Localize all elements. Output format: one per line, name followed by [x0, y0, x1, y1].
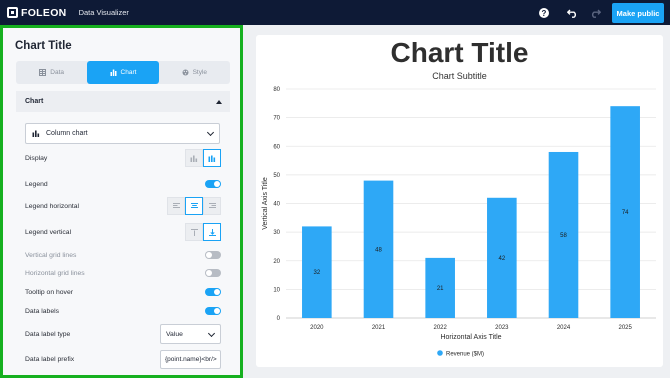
data-label-prefix-label: Data label prefix [25, 355, 75, 363]
data-label-type-label: Data label type [25, 330, 71, 338]
horizontal-grid-label: Horizontal grid lines [25, 269, 85, 277]
data-labels-row: Data labels [25, 301, 221, 321]
tooltip-label: Tooltip on hover [25, 288, 73, 296]
legend-horizontal-options [167, 197, 221, 215]
horizontal-grid-toggle[interactable] [205, 269, 221, 277]
display-row: Display [25, 148, 221, 168]
legend-label: Legend [25, 180, 48, 188]
align-bottom-button[interactable] [203, 223, 221, 241]
x-tick-label: 2021 [372, 325, 386, 331]
y-tick-label: 30 [273, 230, 280, 236]
data-label: 74 [622, 210, 629, 216]
display-grouped-button[interactable] [203, 149, 221, 167]
data-label-type-value: Value [166, 330, 183, 338]
y-tick-label: 40 [273, 202, 280, 208]
align-left-button[interactable] [167, 197, 185, 215]
x-tick-label: 2024 [557, 325, 571, 331]
legend-swatch [437, 350, 443, 356]
chevron-down-icon [206, 128, 215, 137]
tab-chart[interactable]: Chart [87, 61, 159, 84]
legend-horizontal-row: Legend horizontal [25, 196, 221, 216]
column-chart-icon [32, 130, 40, 137]
data-label-type-row: Data label type Value [25, 324, 221, 344]
make-public-button[interactable]: Make public [612, 3, 664, 23]
x-tick-label: 2023 [495, 325, 509, 331]
tooltip-row: Tooltip on hover [25, 282, 221, 302]
bar-chart-icon [110, 69, 117, 76]
legend-vertical-label: Legend vertical [25, 228, 72, 236]
chart-type-value: Column chart [46, 130, 88, 137]
vertical-grid-label: Vertical grid lines [25, 251, 77, 259]
y-tick-label: 0 [277, 316, 281, 322]
y-tick-label: 50 [273, 173, 280, 179]
undo-icon[interactable] [566, 7, 578, 19]
horizontal-grid-row: Horizontal grid lines [25, 263, 221, 283]
data-label: 58 [560, 233, 567, 239]
align-right-button[interactable] [203, 197, 221, 215]
data-label: 48 [375, 247, 382, 253]
x-tick-label: 2022 [433, 325, 447, 331]
y-tick-label: 20 [273, 259, 280, 265]
x-tick-label: 2025 [618, 325, 632, 331]
logo-text: FOLEON [21, 6, 67, 19]
data-label: 32 [313, 270, 320, 276]
display-label: Display [25, 154, 48, 162]
x-tick-label: 2020 [310, 325, 324, 331]
table-icon [39, 69, 47, 76]
tab-style[interactable]: Style [159, 61, 230, 84]
data-labels-toggle[interactable] [205, 307, 221, 315]
palette-icon [182, 69, 189, 76]
chart-type-select[interactable]: Column chart [25, 123, 220, 144]
chart-section-header[interactable]: Chart [16, 91, 230, 112]
legend-row: Legend [25, 174, 221, 194]
data-label-prefix-input[interactable]: {point.name}<br/> [160, 349, 221, 369]
y-axis-title: Vertical Axis Title [262, 177, 269, 230]
legend-horizontal-label: Legend horizontal [25, 202, 80, 210]
data-labels-label: Data labels [25, 307, 60, 315]
top-bar: FOLEON Data Visualizer ? Make public [0, 0, 670, 25]
chart-preview: Chart Title Chart Subtitle 0 10 20 30 40 50 60… [256, 35, 663, 367]
help-icon[interactable]: ? [539, 8, 549, 18]
legend-vertical-options [185, 223, 221, 241]
vertical-grid-row: Vertical grid lines [25, 245, 221, 265]
tab-style-label: Style [192, 69, 208, 76]
y-tick-label: 70 [273, 116, 280, 122]
data-label: 21 [437, 286, 444, 292]
panel-title: Chart Title [15, 40, 72, 52]
display-vertical-button[interactable] [185, 149, 203, 167]
vertical-grid-toggle[interactable] [205, 251, 221, 259]
chevron-down-icon [207, 329, 216, 338]
legend-toggle[interactable] [205, 180, 221, 188]
top-actions: ? Make public [539, 3, 664, 23]
section-label: Chart [25, 98, 44, 105]
legend-item: Revenue ($M) [446, 352, 484, 358]
y-tick-label: 60 [273, 144, 280, 150]
caret-up-icon [216, 99, 222, 104]
panel-tabs: Data Chart Style [16, 61, 230, 84]
tab-chart-label: Chart [120, 69, 137, 76]
legend-vertical-row: Legend vertical [25, 222, 221, 242]
y-tick-label: 10 [273, 287, 280, 293]
tab-data-label: Data [50, 69, 65, 76]
align-top-button[interactable] [185, 223, 203, 241]
foleon-logo: FOLEON [7, 7, 67, 19]
align-center-button[interactable] [185, 197, 203, 215]
data-label-prefix-row: Data label prefix {point.name}<br/> [25, 349, 221, 369]
tooltip-toggle[interactable] [205, 288, 221, 296]
display-options [185, 149, 221, 167]
y-tick-label: 80 [273, 87, 280, 93]
data-label: 42 [498, 256, 505, 262]
data-label-type-select[interactable]: Value [160, 324, 221, 344]
app-name: Data Visualizer [78, 8, 129, 17]
x-axis-title: Horizontal Axis Title [440, 334, 501, 341]
settings-panel: Chart Title Data Chart Style Chart Colum… [0, 25, 243, 378]
tab-data[interactable]: Data [16, 61, 87, 84]
column-chart: 0 10 20 30 40 50 60 70 80 32 2020 48 2021 21 2022 42 202… [262, 87, 656, 358]
redo-icon[interactable] [589, 7, 601, 19]
logo-mark-icon [7, 7, 18, 18]
